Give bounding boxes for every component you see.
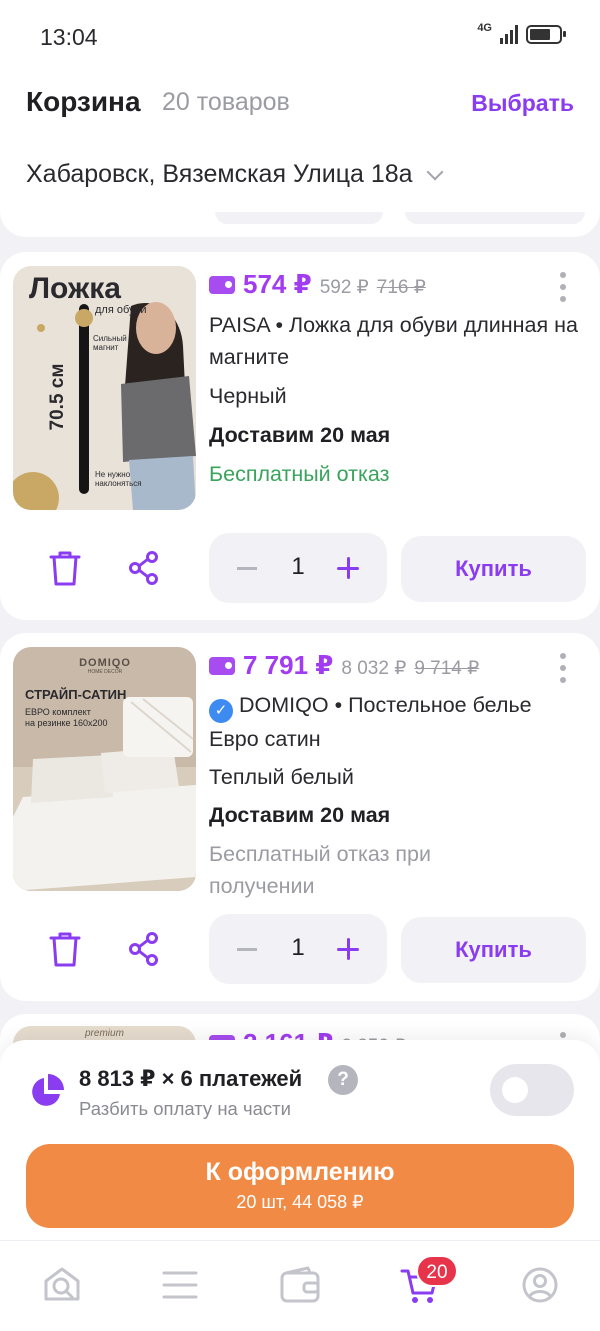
- image-feature-nobend-line2: наклоняться: [95, 479, 142, 488]
- bottom-navigation: [0, 1240, 600, 1331]
- verified-seller-icon: ✓: [209, 699, 233, 723]
- checkout-panel: 8 813 ₽ × 6 платежей ? Разбить оплату на…: [0, 1040, 600, 1240]
- image-size-label: 70.5 см: [47, 363, 68, 431]
- image-headline: СТРАЙП-САТИН: [25, 687, 127, 702]
- image-headline: Ложка: [29, 272, 121, 305]
- product-title[interactable]: PAISA • Ложка для обуви длинная на магни…: [209, 309, 580, 373]
- price-without-wallet: 8 032 ₽: [341, 658, 407, 679]
- image-feature-nobend: Не нужно наклоняться: [95, 470, 142, 488]
- signal-icon: [500, 24, 518, 44]
- network-type-label: 4G: [477, 22, 492, 34]
- price-crossed: 9 714 ₽: [414, 658, 480, 679]
- share-icon[interactable]: [128, 932, 160, 966]
- product-variant: Черный: [209, 384, 287, 408]
- cart-header: Корзина 20 товаров Выбрать Хабаровск, Вя…: [0, 72, 600, 237]
- delivery-address-selector[interactable]: Хабаровск, Вяземская Улица 18а: [26, 160, 444, 189]
- status-time: 13:04: [40, 24, 98, 50]
- image-feature-nobend-line1: Не нужно: [95, 470, 131, 479]
- page-title: Корзина: [26, 86, 141, 117]
- price-current: 7 791 ₽: [243, 650, 334, 680]
- image-line1: ЕВРО комплект: [25, 707, 91, 717]
- price-current: 574 ₽: [243, 269, 312, 299]
- more-options-icon[interactable]: [560, 272, 566, 302]
- quantity-stepper: 1: [209, 533, 387, 603]
- select-button[interactable]: Выбрать: [471, 90, 574, 117]
- buy-button[interactable]: Купить: [401, 917, 586, 983]
- refund-policy: Бесплатный отказ при получении: [209, 842, 432, 898]
- battery-icon: [526, 24, 566, 44]
- buy-button[interactable]: Купить: [401, 536, 586, 602]
- increase-quantity-button[interactable]: [337, 938, 359, 960]
- split-payment-title: 8 813 ₽ × 6 платежей: [79, 1066, 303, 1091]
- product-title[interactable]: ✓ DOMIQO • Постельное белье Евро сатин: [209, 689, 580, 755]
- image-feature-magnet-line2: магнит: [93, 343, 119, 352]
- quantity-value: 1: [291, 553, 305, 580]
- help-icon[interactable]: ?: [328, 1065, 358, 1095]
- quantity-stepper: 1: [209, 914, 387, 984]
- brand-name: DOMIQO: [239, 693, 329, 717]
- trash-icon[interactable]: [48, 930, 82, 968]
- price-without-wallet: 592 ₽: [319, 277, 369, 298]
- delivery-address: Хабаровск, Вяземская Улица 18а: [26, 160, 413, 188]
- toggle-knob: [502, 1077, 528, 1103]
- wallet-icon[interactable]: [278, 1265, 322, 1305]
- split-payment-subtitle: Разбить оплату на части: [79, 1098, 291, 1119]
- split-payment-toggle[interactable]: [490, 1064, 574, 1116]
- checkout-button[interactable]: К оформлению 20 шт, 44 058 ₽: [26, 1144, 574, 1228]
- cart-item-card: DOMIQO HOME DECOR СТРАЙП-САТИН ЕВРО комп…: [0, 633, 600, 1001]
- image-logo-subtext: HOME DECOR: [87, 669, 123, 675]
- price-crossed: 716 ₽: [376, 277, 426, 298]
- price-row: 7 791 ₽ 8 032 ₽ 9 714 ₽: [209, 650, 479, 681]
- catalog-menu-icon[interactable]: [158, 1265, 202, 1305]
- bedding-photo: [13, 647, 196, 891]
- more-options-icon[interactable]: [560, 653, 566, 683]
- refund-policy: Бесплатный отказ: [209, 462, 390, 486]
- chevron-down-icon: [426, 163, 444, 180]
- delivery-date: Доставим 20 мая: [209, 423, 391, 447]
- previous-card-buy-edge: [405, 212, 585, 224]
- increase-quantity-button[interactable]: [337, 557, 359, 579]
- quantity-value: 1: [291, 934, 305, 961]
- image-line2: на резинке 160х200: [25, 718, 108, 728]
- cart-count-badge: 20: [416, 1255, 458, 1287]
- delivery-date: Доставим 20 мая: [209, 803, 391, 827]
- checkout-summary: 20 шт, 44 058 ₽: [236, 1192, 364, 1212]
- profile-icon[interactable]: [518, 1265, 562, 1305]
- checkout-button-label: К оформлению: [205, 1158, 395, 1186]
- wallet-price-icon: [209, 276, 235, 294]
- image-label: premium: [85, 1028, 124, 1039]
- product-image[interactable]: Ложка для обуви 70.5 см Сильный магнит Н…: [13, 266, 196, 510]
- previous-card-stepper-edge: [215, 212, 383, 224]
- share-icon[interactable]: [128, 551, 160, 585]
- product-image[interactable]: DOMIQO HOME DECOR СТРАЙП-САТИН ЕВРО комп…: [13, 647, 196, 891]
- cart-item-card: Ложка для обуви 70.5 см Сильный магнит Н…: [0, 252, 600, 620]
- item-count: 20 товаров: [162, 88, 290, 116]
- image-logo-text: DOMIQO: [79, 657, 131, 669]
- wallet-price-icon: [209, 657, 235, 675]
- pie-chart-icon: [32, 1074, 64, 1106]
- price-row: 574 ₽ 592 ₽ 716 ₽: [209, 269, 426, 300]
- home-search-icon[interactable]: [40, 1265, 84, 1305]
- status-bar: 13:04 4G: [0, 0, 600, 72]
- image-subline: для обуви: [95, 304, 147, 316]
- product-variant: Теплый белый: [209, 765, 354, 789]
- image-brand-logo: DOMIQO HOME DECOR: [75, 657, 135, 675]
- image-feature-magnet: Сильный магнит: [93, 334, 127, 352]
- trash-icon[interactable]: [48, 549, 82, 587]
- status-icons: 4G: [477, 22, 566, 44]
- image-feature-magnet-line1: Сильный: [93, 334, 127, 343]
